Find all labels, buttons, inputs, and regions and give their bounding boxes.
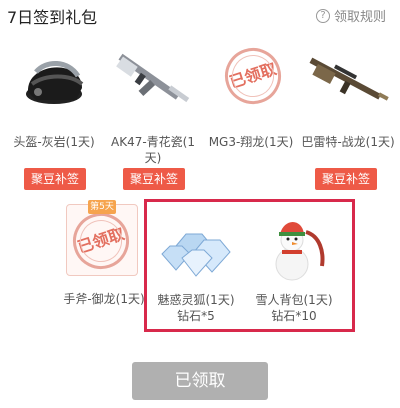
reward-label: AK47-青花瓷(1天) xyxy=(111,135,195,165)
question-icon: ? xyxy=(315,8,330,23)
claim-button[interactable]: 已领取 xyxy=(132,362,268,400)
reward-mg3: 已领取 MG3-翔龙(1天) xyxy=(203,40,299,150)
resign-button-1[interactable]: 聚豆补签 xyxy=(24,168,86,190)
reward-ak47: AK47-青花瓷(1天) xyxy=(105,40,201,166)
rules-link[interactable]: ? 领取规则 xyxy=(315,6,386,25)
reward-helmet: 头盔-灰岩(1天) xyxy=(6,40,102,150)
claimed-stamp-area: 已领取 xyxy=(203,40,299,120)
day-tag: 第5天 xyxy=(88,200,116,214)
barrett-image xyxy=(300,40,396,120)
reward-label: MG3-翔龙(1天) xyxy=(208,135,294,149)
reward-label: 头盔-灰岩(1天) xyxy=(13,135,95,149)
day5-card: 已领取 xyxy=(65,204,138,277)
reward-barrett: 巴雷特-战龙(1天) xyxy=(300,40,396,150)
rules-label: 领取规则 xyxy=(333,10,386,25)
highlight-box xyxy=(144,199,355,332)
resign-button-2[interactable]: 聚豆补签 xyxy=(123,168,185,190)
helmet-image xyxy=(6,40,102,120)
reward-label: 手斧-御龙(1天) xyxy=(63,292,145,306)
reward-label: 巴雷特-战龙(1天) xyxy=(301,135,395,149)
claimed-stamp: 已领取 xyxy=(65,205,137,277)
resign-button-4[interactable]: 聚豆补签 xyxy=(315,168,377,190)
claimed-stamp: 已领取 xyxy=(217,40,289,112)
ak47-image xyxy=(105,40,201,120)
header: 7日签到礼包 ? 领取规则 xyxy=(0,0,400,34)
page-title: 7日签到礼包 xyxy=(7,8,98,27)
